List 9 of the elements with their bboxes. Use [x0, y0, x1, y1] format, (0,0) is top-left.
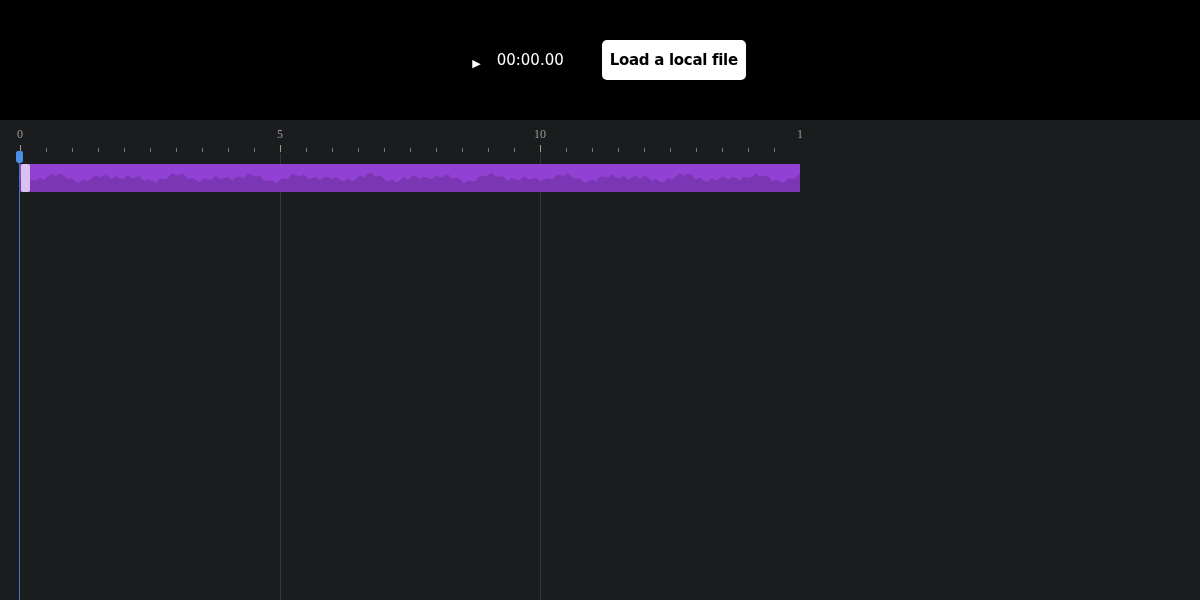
clip-handle[interactable]	[21, 164, 30, 192]
ruler-label: 10	[534, 127, 546, 141]
ruler-label: 5	[277, 127, 283, 141]
playhead[interactable]	[16, 151, 25, 600]
play-button[interactable]: ▶	[472, 57, 481, 69]
time-display: 00:00.00	[496, 51, 564, 69]
ruler-label: 1	[797, 127, 803, 141]
load-file-button[interactable]: Load a local file	[601, 40, 746, 80]
ruler-label: 0	[17, 127, 23, 141]
